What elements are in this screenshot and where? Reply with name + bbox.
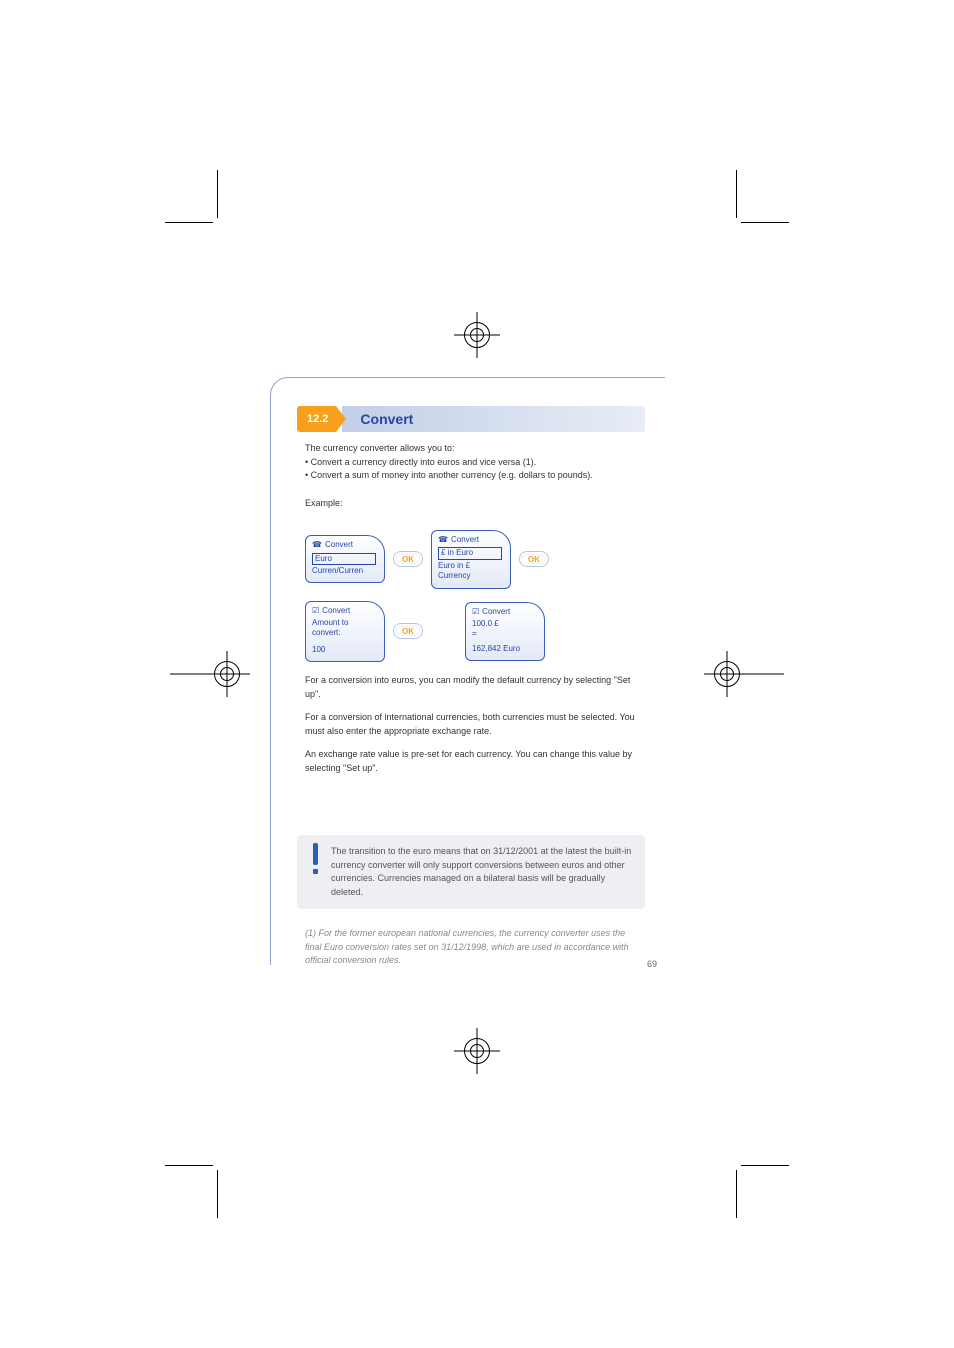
convert-icon: ☑ xyxy=(312,606,319,616)
ok-button[interactable]: OK xyxy=(393,551,423,567)
registration-mark-icon xyxy=(710,657,744,691)
registration-mark-icon xyxy=(210,657,244,691)
ok-label: OK xyxy=(402,627,414,636)
example-label: Example: xyxy=(305,497,643,511)
convert-icon: ☑ xyxy=(472,607,479,617)
ok-button[interactable]: OK xyxy=(393,623,423,639)
option-line: Currency xyxy=(438,571,504,581)
phone-screen-2: ☎Convert £ in Euro Euro in £ Currency xyxy=(431,530,511,589)
example-flow: ☎Convert Euro Curren/Curren OK ☎Convert … xyxy=(305,530,645,662)
convert-icon: ☎ xyxy=(312,540,322,550)
ok-button[interactable]: OK xyxy=(519,551,549,567)
option-line: Euro in £ xyxy=(438,561,504,571)
phone-screen-1: ☎Convert Euro Curren/Curren xyxy=(305,535,385,583)
result-value: 162,842 Euro xyxy=(472,644,538,654)
page-number: 69 xyxy=(647,959,657,969)
screen-title: Convert xyxy=(325,540,353,550)
exclamation-icon xyxy=(309,843,321,875)
section-number-badge: 12.2 xyxy=(297,406,336,432)
input-value: 100 xyxy=(312,645,378,655)
section-header: 12.2 Convert xyxy=(297,406,645,432)
crop-mark xyxy=(165,170,235,240)
note-text: The transition to the euro means that on… xyxy=(331,846,631,897)
prompt-line: Amount to xyxy=(312,618,378,628)
screen-title: Convert xyxy=(482,607,510,617)
option-line: Curren/Curren xyxy=(312,566,378,576)
equals-line: = xyxy=(472,629,538,639)
paragraph: For a conversion of international curren… xyxy=(305,711,643,738)
crop-line xyxy=(744,674,784,675)
paragraph: The currency converter allows you to: xyxy=(305,443,455,453)
intro-text: The currency converter allows you to: • … xyxy=(305,442,643,483)
phone-screen-4: ☑Convert 100.0 £ = 162,842 Euro xyxy=(465,602,545,662)
flow-row: ☑Convert Amount to convert: 100 OK ☑Conv… xyxy=(305,601,645,663)
convert-icon: ☎ xyxy=(438,535,448,545)
prompt-line: convert: xyxy=(312,628,378,638)
paragraph: An exchange rate value is pre-set for ea… xyxy=(305,748,643,775)
selected-option: Euro xyxy=(312,553,376,565)
manual-page: 12.2 Convert The currency converter allo… xyxy=(270,377,665,965)
crop-mark xyxy=(719,1148,789,1218)
registration-mark-icon xyxy=(460,1034,494,1068)
crop-mark xyxy=(719,170,789,240)
result-line: 100.0 £ xyxy=(472,619,538,629)
screen-title: Convert xyxy=(451,535,479,545)
phone-screen-3: ☑Convert Amount to convert: 100 xyxy=(305,601,385,663)
screen-title: Convert xyxy=(322,606,350,616)
ok-label: OK xyxy=(402,555,414,564)
ok-label: OK xyxy=(528,555,540,564)
selected-option: £ in Euro xyxy=(438,547,502,559)
paragraph: For a conversion into euros, you can mod… xyxy=(305,674,643,701)
note-box: The transition to the euro means that on… xyxy=(297,835,645,909)
registration-mark-icon xyxy=(460,318,494,352)
footnote: (1) For the former european national cur… xyxy=(305,927,643,968)
bullet-item: Convert a currency directly into euros a… xyxy=(311,457,537,467)
flow-row: ☎Convert Euro Curren/Curren OK ☎Convert … xyxy=(305,530,645,589)
crop-mark xyxy=(165,1148,235,1218)
section-title: Convert xyxy=(342,406,645,432)
bullet-item: Convert a sum of money into another curr… xyxy=(311,470,593,480)
